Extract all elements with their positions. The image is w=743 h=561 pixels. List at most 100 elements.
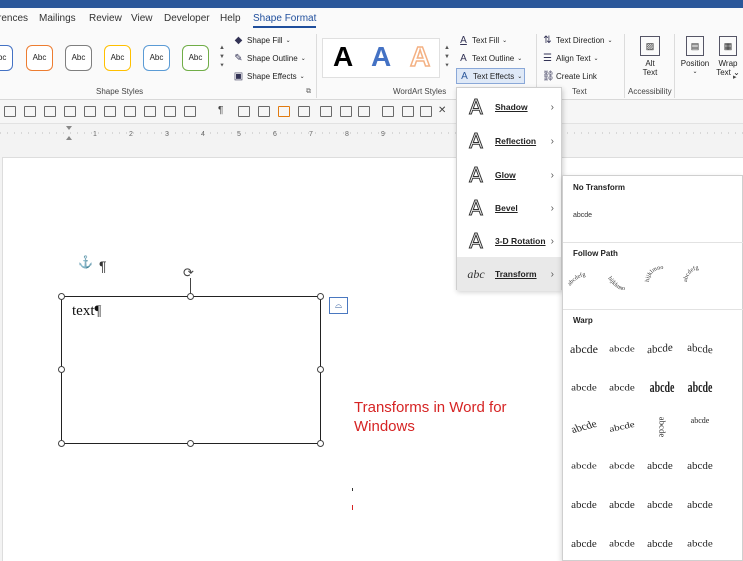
warp-option[interactable]: abcde	[681, 453, 719, 479]
warp-option[interactable]: abcde	[560, 410, 608, 444]
menu-item-3d-rotation[interactable]: A 3-D Rotation ›	[457, 224, 561, 258]
wordart-style-orange[interactable]: A	[409, 40, 431, 73]
warp-option[interactable]: abcde	[603, 533, 641, 555]
warp-option[interactable]: abcde	[565, 456, 603, 477]
toolbar-icon[interactable]	[4, 106, 16, 117]
toolbar-icon[interactable]	[420, 106, 432, 117]
toolbar-icon[interactable]	[298, 106, 310, 117]
toolbar-icon[interactable]	[258, 106, 270, 117]
no-transform-option[interactable]: abcde	[573, 212, 592, 219]
warp-option[interactable]: abcde	[603, 339, 641, 360]
toolbar-icon[interactable]	[402, 106, 414, 117]
warp-option[interactable]: abcde	[601, 413, 642, 441]
toolbar-icon[interactable]	[320, 106, 332, 117]
shape-style-swatch[interactable]: Abc	[26, 45, 53, 71]
pilcrow-icon[interactable]: ¶	[218, 105, 223, 116]
warp-option[interactable]: abcde	[641, 492, 679, 518]
text-fill-button[interactable]: A Text Fill ⌄	[458, 33, 507, 47]
tab-mailings[interactable]: Mailings	[39, 13, 76, 24]
shape-style-swatch[interactable]: Abc	[104, 45, 131, 71]
warp-option[interactable]: abcde	[641, 531, 679, 557]
tab-review[interactable]: Review	[89, 13, 122, 24]
wordart-style-black[interactable]: A	[333, 41, 353, 73]
resize-handle[interactable]	[187, 293, 194, 300]
shape-style-swatch[interactable]: Abc	[182, 45, 209, 71]
tab-view[interactable]: View	[131, 13, 153, 24]
align-text-button[interactable]: ☰ Align Text ⌄	[542, 51, 599, 65]
dialog-launcher-icon[interactable]: ⧉	[306, 88, 311, 96]
warp-option[interactable]: abcde	[683, 371, 717, 405]
resize-handle[interactable]	[317, 440, 324, 447]
warp-option[interactable]: abcde	[681, 414, 719, 440]
bring-forward-icon[interactable]: ▸	[733, 73, 737, 81]
toolbar-icon[interactable]	[44, 106, 56, 117]
text-direction-button[interactable]: ⇅ Text Direction ⌄	[542, 33, 612, 47]
toolbar-icon[interactable]	[144, 106, 156, 117]
toolbar-icon[interactable]	[278, 106, 290, 117]
warp-option[interactable]: abcde	[565, 377, 603, 399]
resize-handle[interactable]	[317, 366, 324, 373]
resize-handle[interactable]	[187, 440, 194, 447]
resize-handle[interactable]	[317, 293, 324, 300]
wordart-style-blue[interactable]: A	[371, 41, 391, 73]
menu-item-shadow[interactable]: A Shadow ›	[457, 90, 561, 124]
warp-option[interactable]: abcde	[681, 533, 719, 555]
shape-text[interactable]: text¶	[72, 303, 101, 320]
toolbar-icon[interactable]	[104, 106, 116, 117]
warp-option[interactable]: abcde	[603, 377, 641, 399]
warp-option[interactable]: abcde	[565, 531, 603, 557]
warp-option[interactable]: abcde	[603, 456, 641, 476]
resize-handle[interactable]	[58, 366, 65, 373]
tab-references[interactable]: rences	[0, 13, 28, 24]
toolbar-icon[interactable]	[164, 106, 176, 117]
shape-effects-button[interactable]: ▣ Shape Effects ⌄	[233, 69, 305, 83]
toolbar-icon[interactable]	[24, 106, 36, 117]
warp-option[interactable]: abcde	[603, 492, 641, 518]
close-icon[interactable]: ✕	[438, 105, 446, 116]
follow-path-circle[interactable]: hijklmno	[643, 264, 681, 300]
shape-style-swatch[interactable]: Abc	[65, 45, 92, 71]
tab-help[interactable]: Help	[220, 13, 241, 24]
toolbar-icon[interactable]	[124, 106, 136, 117]
follow-path-button[interactable]: abcdefg	[681, 264, 719, 300]
resize-handle[interactable]	[58, 440, 65, 447]
menu-item-glow[interactable]: A Glow ›	[457, 158, 561, 192]
warp-option[interactable]: abcde	[641, 334, 679, 364]
follow-path-arch-up[interactable]: abcdefg	[567, 264, 605, 300]
toolbar-icon[interactable]	[84, 106, 96, 117]
toolbar-icon[interactable]	[184, 106, 196, 117]
gallery-scroll[interactable]: ▲ ▼ ⯆	[216, 44, 228, 74]
warp-option[interactable]: abcde	[645, 371, 679, 405]
follow-path-arch-down[interactable]: hijklmno	[605, 264, 643, 300]
toolbar-icon[interactable]	[64, 106, 76, 117]
warp-option[interactable]: abcde	[641, 453, 679, 479]
shape-style-swatch[interactable]: Abc	[0, 45, 13, 71]
warp-option[interactable]: abcde	[681, 492, 719, 518]
resize-handle[interactable]	[58, 293, 65, 300]
rotate-handle-icon[interactable]: ⟳	[183, 265, 194, 281]
warp-option[interactable]: abcde	[565, 336, 603, 362]
menu-item-reflection[interactable]: A Reflection ›	[457, 124, 561, 158]
shape-style-swatch[interactable]: Abc	[143, 45, 170, 71]
shape-fill-button[interactable]: ◆ Shape Fill ⌄	[233, 33, 291, 47]
warp-option[interactable]: abcde	[681, 334, 719, 364]
alt-text-button[interactable]: ▨ Alt Text	[637, 36, 663, 77]
text-outline-button[interactable]: A Text Outline ⌄	[458, 51, 522, 65]
toolbar-icon[interactable]	[340, 106, 352, 117]
wordart-gallery-scroll[interactable]: ▲ ▼ ⯆	[442, 44, 452, 74]
create-link-button[interactable]: ⛓ Create Link	[542, 69, 597, 83]
toolbar-icon[interactable]	[382, 106, 394, 117]
warp-option[interactable]: abcde	[652, 412, 673, 442]
menu-item-transform[interactable]: abc Transform ›	[457, 257, 561, 291]
toolbar-icon[interactable]	[238, 106, 250, 117]
position-button[interactable]: ▤ Position ⌄	[678, 36, 712, 77]
tab-shape-format[interactable]: Shape Format	[253, 13, 317, 28]
wrap-text-button[interactable]: ▦ Wrap Text ⌄	[714, 36, 742, 77]
anchor-icon[interactable]: ⚓	[78, 255, 93, 269]
table-icon[interactable]	[358, 106, 370, 117]
menu-item-bevel[interactable]: A Bevel ›	[457, 191, 561, 225]
layout-options-icon[interactable]: ⌓	[329, 297, 348, 314]
tab-developer[interactable]: Developer	[164, 13, 210, 24]
warp-option[interactable]: abcde	[565, 492, 603, 518]
text-effects-button[interactable]: A Text Effects ⌄	[456, 68, 526, 84]
